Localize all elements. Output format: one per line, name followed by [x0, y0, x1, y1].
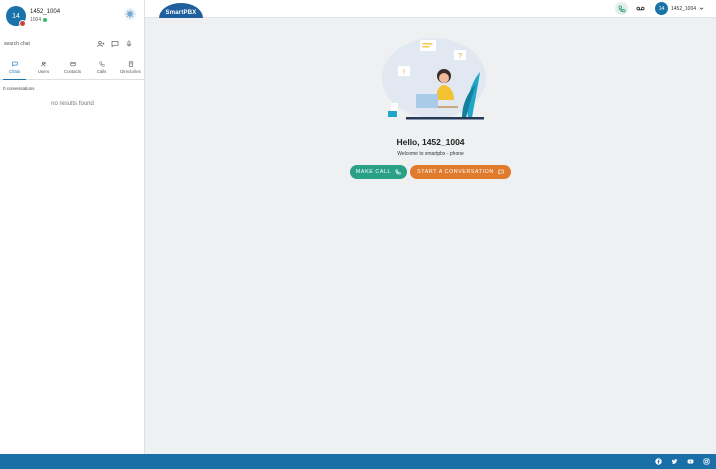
users-icon	[40, 61, 46, 67]
settings-button[interactable]	[124, 8, 136, 20]
profile-extension: 1004	[30, 17, 48, 23]
phone-status-icon	[618, 5, 625, 12]
search-chat-input[interactable]	[4, 38, 84, 50]
tab-directories[interactable]: Directories	[116, 58, 145, 79]
sidebar: 14 1452_1004 1004 Chats Users	[0, 0, 145, 454]
tab-label: Chats	[8, 69, 21, 74]
directory-icon	[128, 61, 133, 67]
tab-chats[interactable]: Chats	[0, 58, 29, 80]
start-conversation-button[interactable]: START A CONVERSATION	[410, 165, 511, 179]
phone-icon	[395, 169, 401, 175]
status-badge	[19, 20, 26, 27]
new-chat-icon[interactable]	[110, 39, 119, 48]
phone-icon	[98, 61, 104, 67]
user-menu[interactable]: 14 1452_1004	[655, 1, 704, 16]
user-avatar: 14	[655, 2, 668, 15]
phone-status-button[interactable]	[615, 2, 628, 15]
make-call-button[interactable]: MAKE CALL	[350, 165, 407, 179]
user-name: 1452_1004	[671, 5, 697, 12]
profile-header: 14 1452_1004 1004	[0, 0, 145, 34]
facebook-icon[interactable]	[655, 458, 662, 465]
voicemail-icon	[636, 6, 645, 11]
tab-users[interactable]: Users	[29, 58, 58, 79]
add-user-icon[interactable]	[96, 39, 105, 48]
svg-text:?: ?	[458, 53, 462, 60]
online-indicator	[43, 18, 48, 22]
greeting-title: Hello, 1452_1004	[396, 137, 465, 147]
make-call-label: MAKE CALL	[355, 169, 392, 175]
tab-label: Users	[37, 69, 50, 74]
footer-bar	[0, 454, 716, 469]
tab-contacts[interactable]: Contacts	[58, 58, 87, 79]
start-conversation-label: START A CONVERSATION	[417, 169, 494, 175]
profile-name: 1452_1004	[30, 9, 61, 15]
tab-label: Calls	[96, 69, 107, 74]
twitter-icon[interactable]	[671, 458, 678, 465]
extension-label: 1004	[30, 17, 42, 23]
gear-icon	[126, 10, 134, 18]
youtube-icon[interactable]	[687, 458, 694, 465]
welcome-illustration: ! ?	[382, 38, 486, 120]
welcome-text: Welcome to smartpbx - phone	[397, 151, 464, 157]
top-bar: SmartPBX 14 1452_1004	[145, 0, 716, 18]
conversation-count: 0 conversations	[3, 86, 35, 91]
tab-label: Directories	[120, 69, 141, 74]
instagram-icon[interactable]	[703, 458, 710, 465]
search-row	[0, 36, 145, 52]
chevron-down-icon	[699, 7, 704, 10]
voicemail-button[interactable]	[634, 2, 647, 15]
svg-text:!: !	[403, 69, 405, 76]
sidebar-tabs: Chats Users Contacts Calls Directories	[0, 58, 145, 80]
chat-icon	[11, 61, 18, 67]
empty-state-text: no results found	[51, 101, 94, 107]
microphone-icon[interactable]	[124, 39, 133, 48]
smartpbx-logo: SmartPBX	[159, 3, 203, 18]
contacts-icon	[69, 61, 76, 67]
chat-icon	[498, 169, 504, 175]
tab-calls[interactable]: Calls	[87, 58, 116, 79]
tab-label: Contacts	[64, 69, 81, 74]
